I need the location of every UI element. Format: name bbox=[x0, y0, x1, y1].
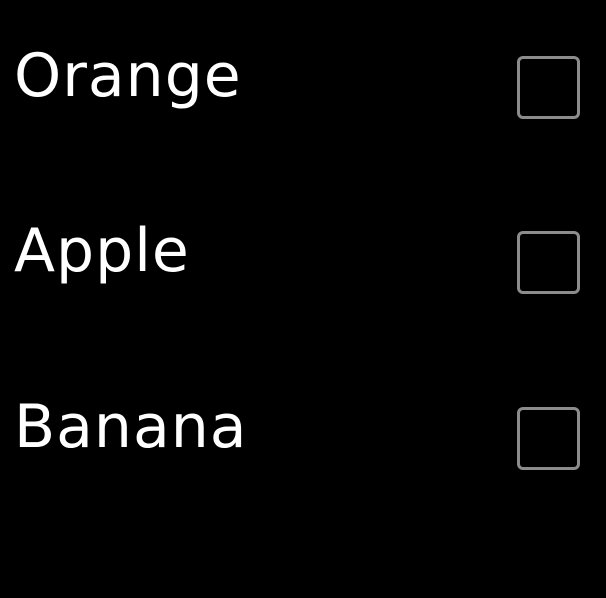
list-item-banana[interactable]: Banana bbox=[0, 387, 606, 487]
checkbox-orange[interactable] bbox=[517, 56, 580, 119]
list-item-label: Banana bbox=[14, 392, 248, 462]
checkbox-apple[interactable] bbox=[517, 231, 580, 294]
list-item-label: Apple bbox=[14, 216, 190, 286]
checkbox-banana[interactable] bbox=[517, 407, 580, 470]
list-item-label: Orange bbox=[14, 41, 242, 111]
list-item-apple[interactable]: Apple bbox=[0, 211, 606, 311]
fruit-checklist: Orange Apple Banana bbox=[0, 0, 606, 598]
list-item-orange[interactable]: Orange bbox=[0, 36, 606, 136]
